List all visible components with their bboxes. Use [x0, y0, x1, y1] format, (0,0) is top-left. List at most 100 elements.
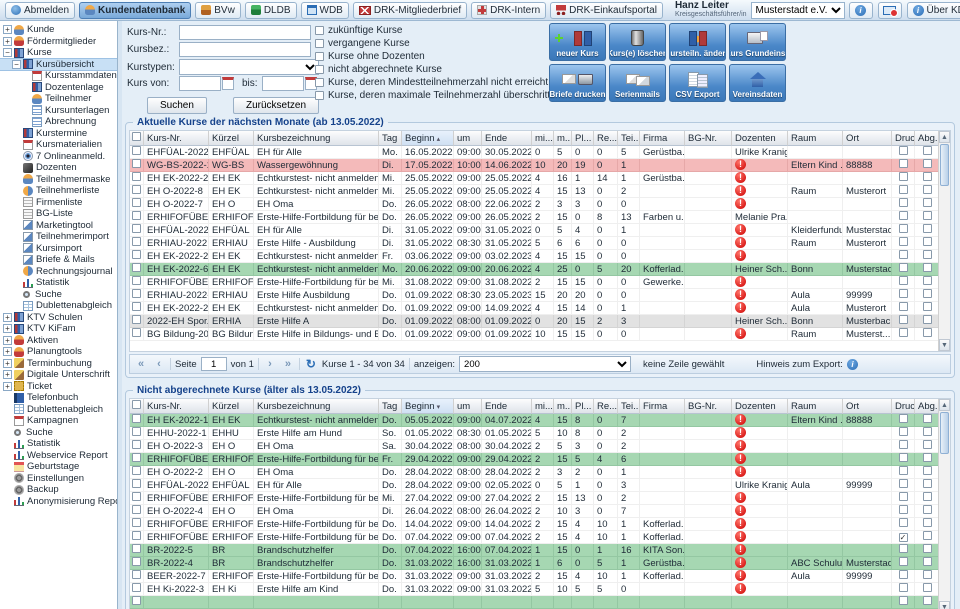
sidebar-item-dublettenabgleich[interactable]: Dublettenabgleich [0, 404, 117, 416]
abg-checkbox[interactable] [923, 427, 932, 436]
scroll-down-arrow[interactable]: ▼ [939, 339, 950, 351]
checkbox-icon[interactable] [315, 52, 324, 61]
druck-checkbox[interactable] [899, 276, 908, 285]
table-row[interactable]: ERHIFOFÜBE...ERHIFOF...Erste-Hilfe-Fortb… [130, 531, 938, 544]
abg-checkbox[interactable] [923, 544, 932, 553]
toolbar-button-drk-einkaufsportal[interactable]: DRK-Einkaufsportal [550, 2, 663, 19]
abg-checkbox[interactable] [923, 250, 932, 259]
row-checkbox[interactable] [132, 328, 141, 337]
column-header-firma[interactable]: Firma [640, 131, 685, 146]
abg-checkbox[interactable] [923, 505, 932, 514]
column-header-firma[interactable]: Firma [640, 399, 685, 414]
druck-checkbox[interactable] [899, 289, 908, 298]
column-header-pl[interactable]: Pl... [572, 131, 594, 146]
druck-checkbox[interactable] [899, 328, 908, 337]
tree-expander[interactable]: + [3, 37, 12, 46]
sidebar-item-kursmaterialien[interactable]: Kursmaterialien [0, 139, 117, 151]
sidebar-item-rechnungsjournal[interactable]: Rechnungsjournal [0, 266, 117, 278]
row-checkbox[interactable] [132, 492, 141, 501]
table-row[interactable]: EH O-2022-2EH OEH OmaDo.28.04.202208:002… [130, 466, 938, 479]
row-checkbox[interactable] [132, 531, 141, 540]
row-checkbox[interactable] [132, 518, 141, 527]
row-checkbox[interactable] [132, 315, 141, 324]
table-row[interactable]: EHFÜAL-2022-9EHFÜALEH für AlleMo.16.05.2… [130, 146, 938, 159]
abg-checkbox[interactable] [923, 466, 932, 475]
tree-expander[interactable]: + [3, 336, 12, 345]
sidebar-item-ktv-kifam[interactable]: +KTV KiFam [0, 323, 117, 335]
row-checkbox[interactable] [132, 453, 141, 462]
druck-checkbox[interactable] [899, 185, 908, 194]
abg-checkbox[interactable] [923, 583, 932, 592]
sidebar-item-kurse[interactable]: −Kurse [0, 47, 117, 59]
about-kdb-button[interactable]: i Über KDB ▾ [907, 2, 960, 19]
column-header-ort[interactable]: Ort [843, 131, 892, 146]
table-row[interactable]: EH O-2022-7EH OEH OmaDo.26.05.202208:002… [130, 198, 938, 211]
sidebar-item-aktiven[interactable]: +Aktiven [0, 335, 117, 347]
table-row[interactable]: EH EK-2022-6EH EKEchtkurstest- nicht anm… [130, 263, 938, 276]
action-neuer-kurs[interactable]: neuer Kurs [549, 23, 606, 61]
column-header-kursbezeichnung[interactable]: Kursbezeichnung [254, 131, 379, 146]
table-row[interactable]: EHFÜAL-2022...EHFÜALEH für AlleDi.31.05.… [130, 224, 938, 237]
abg-checkbox[interactable] [923, 263, 932, 272]
table-row[interactable]: ERHIFOFÜBE...ERHIFOF...Erste-Hilfe-Fortb… [130, 211, 938, 224]
sidebar-item-bg-liste[interactable]: BG-Liste [0, 208, 117, 220]
sidebar-item-briefe-mails[interactable]: Briefe & Mails [0, 254, 117, 266]
sidebar-item-digitale-unterschrift[interactable]: +Digitale Unterschrift [0, 369, 117, 381]
sidebar-item-teilnehmermaske[interactable]: Teilnehmermaske [0, 174, 117, 186]
column-header-tag[interactable]: Tag [379, 399, 402, 414]
column-header-bg-nr[interactable]: BG-Nr. [685, 131, 732, 146]
column-header-m[interactable]: m... [554, 399, 572, 414]
table-row[interactable]: EH O-2022-4EH OEH OmaDi.26.04.202208:002… [130, 505, 938, 518]
column-header-abg[interactable]: Abg... [915, 399, 938, 414]
column-header-um[interactable]: um [454, 399, 482, 414]
abg-checkbox[interactable] [923, 302, 932, 311]
table-row[interactable]: BEER-2022-7ERHIFOF...Erste-Hilfe-Fortbil… [130, 570, 938, 583]
table-row[interactable]: ERHIAU-2022-1ERHIAUErste Hilfe Ausbildun… [130, 289, 938, 302]
tree-expander[interactable]: + [3, 25, 12, 34]
abg-checkbox[interactable] [923, 453, 932, 462]
druck-checkbox[interactable] [899, 479, 908, 488]
table-row[interactable]: ERHIFOFÜBE...ERHIFOF...Erste-Hilfe-Fortb… [130, 276, 938, 289]
kurstypen-select[interactable] [179, 59, 319, 75]
kurs-von-input[interactable] [179, 76, 221, 91]
column-header-ende[interactable]: Ende [482, 131, 532, 146]
toolbar-button-drk-intern[interactable]: DRK-Intern [471, 2, 546, 19]
first-page-button[interactable]: « [134, 357, 148, 371]
reset-button[interactable]: Zurücksetzen [233, 97, 319, 114]
row-checkbox[interactable] [132, 198, 141, 207]
checkbox-icon[interactable] [315, 26, 324, 35]
kursbez-input[interactable] [179, 42, 311, 57]
abg-checkbox[interactable] [923, 557, 932, 566]
sidebar-item-7-onlineanmeld[interactable]: 7 Onlineanmeld. [0, 151, 117, 163]
abg-checkbox[interactable] [923, 237, 932, 246]
druck-checkbox[interactable]: ✓ [899, 533, 908, 542]
sidebar-item-marketingtool[interactable]: Marketingtool [0, 220, 117, 232]
abg-checkbox[interactable] [923, 146, 932, 155]
sidebar-item-kunde[interactable]: +Kunde [0, 24, 117, 36]
row-checkbox[interactable] [132, 440, 141, 449]
table-row[interactable]: EHFÜAL-2022-8EHFÜALEH für AlleDo.28.04.2… [130, 479, 938, 492]
kursnr-input[interactable] [179, 25, 311, 40]
sidebar-item-ticket[interactable]: +Ticket [0, 381, 117, 393]
druck-checkbox[interactable] [899, 250, 908, 259]
column-header-tei[interactable]: Tei... [618, 399, 640, 414]
sidebar-item-telefonbuch[interactable]: Telefonbuch [0, 392, 117, 404]
row-checkbox[interactable] [132, 172, 141, 181]
row-checkbox[interactable] [132, 211, 141, 220]
select-all-checkbox[interactable] [132, 132, 141, 141]
search-button[interactable]: Suchen [147, 97, 207, 114]
export-info-icon[interactable]: i [847, 359, 858, 370]
tree-expander[interactable]: + [3, 382, 12, 391]
column-header-dozenten[interactable]: Dozenten [732, 131, 788, 146]
column-header-ort[interactable]: Ort [843, 399, 892, 414]
table-row[interactable] [130, 596, 938, 609]
checkbox-icon[interactable] [315, 78, 324, 87]
sidebar-item-kursstammdaten[interactable]: Kursstammdaten [0, 70, 117, 82]
druck-checkbox[interactable] [899, 211, 908, 220]
column-header-m[interactable]: m... [554, 131, 572, 146]
row-checkbox[interactable] [132, 250, 141, 259]
sidebar-item-dozentenlage[interactable]: Dozentenlage [0, 82, 117, 94]
column-header-um[interactable]: um [454, 131, 482, 146]
row-checkbox[interactable] [132, 544, 141, 553]
calendar-icon[interactable] [222, 77, 234, 90]
